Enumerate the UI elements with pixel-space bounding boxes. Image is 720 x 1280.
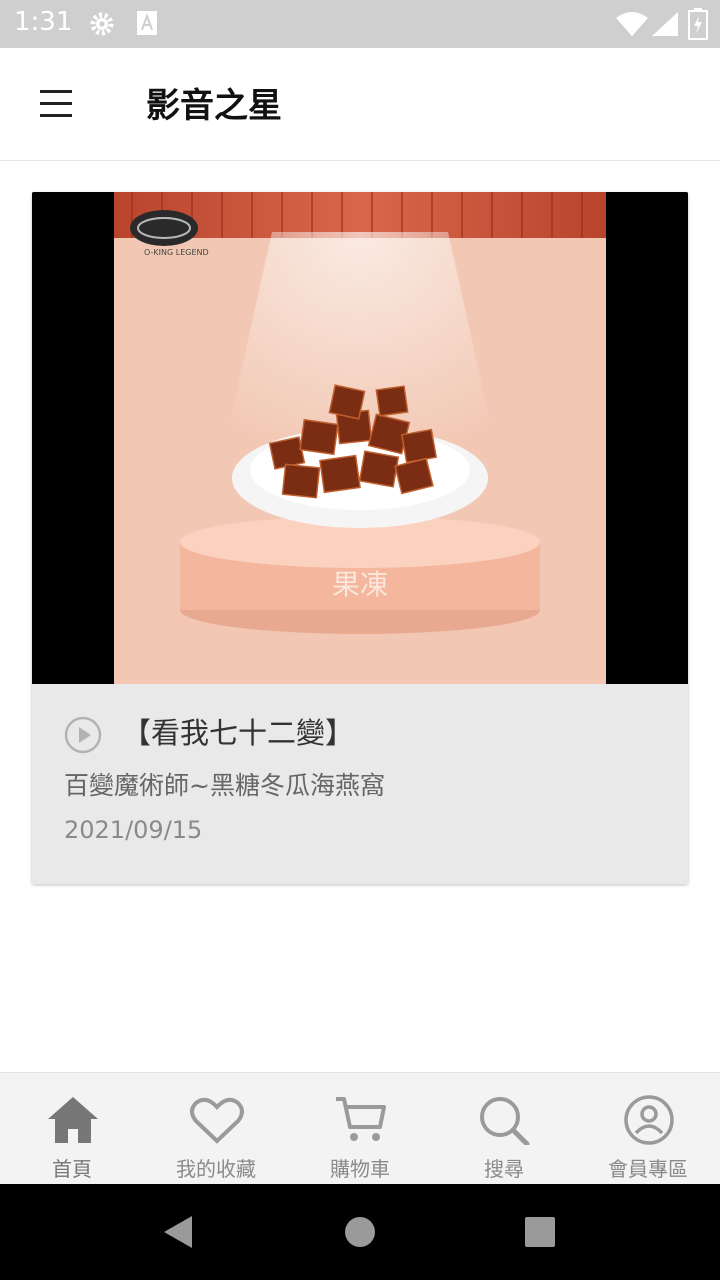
status-time: 1:31 — [14, 7, 73, 37]
nav-search[interactable]: 搜尋 — [432, 1073, 576, 1185]
nav-member[interactable]: 會員專區 — [576, 1073, 720, 1185]
settings-icon — [90, 12, 114, 36]
video-card[interactable]: O-KING LEGEND 果凍 【看我七十二變】 百變魔術師~黑糖冬瓜海燕窩 … — [32, 192, 688, 884]
svg-text:O-KING LEGEND: O-KING LEGEND — [144, 248, 209, 257]
video-date: 2021/09/15 — [64, 816, 203, 844]
nav-cart-label: 購物車 — [330, 1157, 390, 1181]
wifi-icon — [616, 12, 648, 36]
bottom-navigation: 首頁 我的收藏 購物車 搜尋 會員專區 — [0, 1072, 720, 1185]
video-subtitle: 百變魔術師~黑糖冬瓜海燕窩 — [64, 771, 385, 800]
home-circle-icon[interactable] — [344, 1216, 376, 1248]
card-body: 【看我七十二變】 百變魔術師~黑糖冬瓜海燕窩 2021/09/15 — [32, 684, 688, 884]
search-icon — [480, 1097, 530, 1145]
play-circle-icon[interactable] — [64, 716, 102, 754]
video-thumbnail[interactable]: O-KING LEGEND 果凍 — [32, 192, 688, 684]
recents-icon[interactable] — [524, 1216, 556, 1248]
thumbnail-image: O-KING LEGEND 果凍 — [32, 192, 688, 684]
nav-member-label: 會員專區 — [608, 1157, 688, 1181]
cart-icon — [336, 1097, 386, 1141]
user-icon — [624, 1095, 674, 1145]
heart-icon — [190, 1097, 244, 1144]
battery-icon — [688, 8, 708, 40]
menu-button[interactable] — [30, 82, 82, 126]
nav-favorites-label: 我的收藏 — [176, 1157, 256, 1181]
video-title: 【看我七十二變】 — [122, 716, 355, 750]
back-icon[interactable] — [160, 1214, 196, 1250]
nav-home-label: 首頁 — [52, 1157, 92, 1181]
nav-search-label: 搜尋 — [484, 1157, 524, 1181]
home-icon — [48, 1097, 98, 1143]
nav-cart[interactable]: 購物車 — [288, 1073, 432, 1185]
system-navigation-bar — [0, 1184, 720, 1280]
app-title: 影音之星 — [146, 86, 282, 126]
nav-home[interactable]: 首頁 — [0, 1073, 144, 1185]
status-bar: 1:31 — [0, 0, 720, 48]
app-bar: 影音之星 — [0, 48, 720, 161]
nav-favorites[interactable]: 我的收藏 — [144, 1073, 288, 1185]
text-a-icon — [137, 11, 157, 35]
hamburger-menu-icon — [40, 90, 72, 93]
signal-icon — [652, 12, 678, 36]
svg-text:果凍: 果凍 — [332, 568, 388, 601]
